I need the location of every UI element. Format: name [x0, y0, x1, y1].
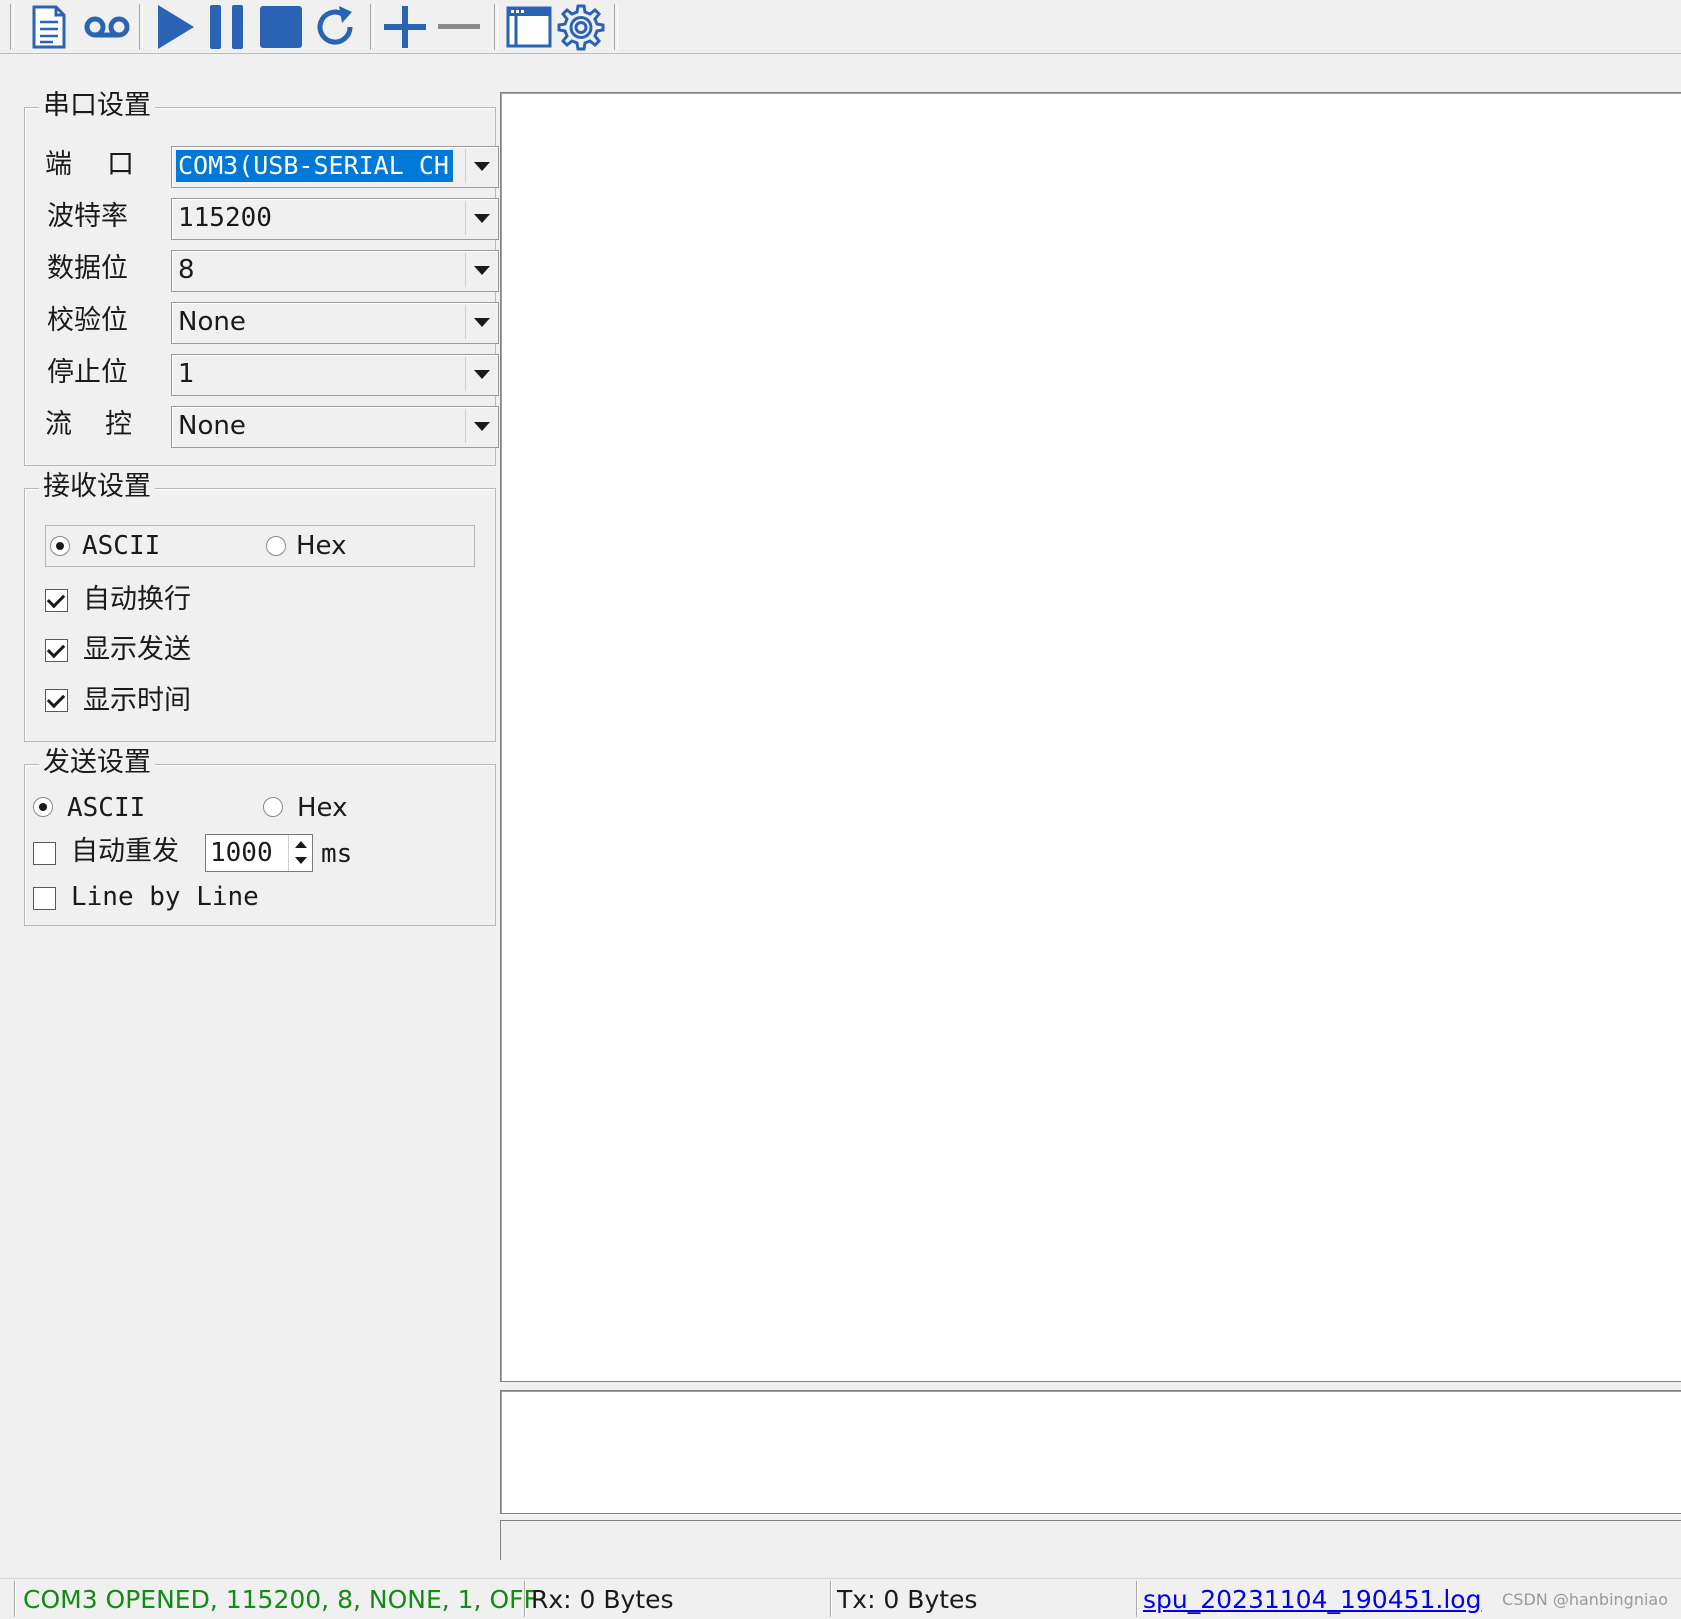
- data-bits-label: 数据位: [47, 253, 128, 284]
- show-send-label[interactable]: 显示发送: [83, 632, 191, 668]
- send-ascii-radio[interactable]: [33, 797, 53, 817]
- resend-interval-value[interactable]: 1000: [210, 835, 273, 871]
- data-bits-value: 8: [178, 255, 195, 285]
- serial-settings-group: 串口设置 端 口 COM3(USB-SERIAL CH 波特率 115200 数…: [24, 86, 499, 466]
- flow-label-a: 流: [45, 409, 72, 440]
- new-file-icon: [32, 5, 66, 49]
- data-bits-select[interactable]: 8: [171, 250, 499, 292]
- add-button[interactable]: [378, 0, 432, 54]
- receive-settings-group: 接收设置 ASCII Hex 自动换行 显示发送 显示时间: [24, 467, 496, 742]
- pause-icon: [210, 5, 243, 49]
- log-file-link[interactable]: spu_20231104_190451.log: [1143, 1581, 1481, 1617]
- auto-wrap-label[interactable]: 自动换行: [83, 582, 191, 618]
- chevron-down-icon[interactable]: [465, 253, 496, 287]
- flow-control-value: None: [178, 411, 246, 441]
- history-bar[interactable]: [500, 1520, 1681, 1560]
- send-hex-radio[interactable]: [263, 797, 283, 817]
- toolbar-separator: [370, 4, 374, 50]
- resend-interval-spinbox[interactable]: 1000: [205, 834, 313, 872]
- record-icon: [84, 16, 130, 38]
- toolbar-separator: [139, 4, 143, 50]
- auto-wrap-checkbox[interactable]: [45, 589, 68, 612]
- parity-label: 校验位: [47, 305, 128, 336]
- toolbar-separator: [614, 4, 618, 50]
- chevron-down-icon[interactable]: [465, 201, 496, 235]
- parity-select[interactable]: None: [171, 302, 499, 344]
- chevron-up-icon[interactable]: [295, 841, 307, 848]
- receive-mode-box: ASCII Hex: [45, 525, 475, 567]
- chevron-down-icon[interactable]: [465, 357, 496, 391]
- stop-bits-value: 1: [178, 359, 195, 389]
- status-connection: COM3 OPENED, 115200, 8, NONE, 1, OFF: [23, 1585, 538, 1614]
- send-settings-group: 发送设置 ASCII Hex 自动重发 1000 ms Line by Line: [24, 743, 496, 926]
- flow-label-b: 控: [105, 409, 132, 440]
- auto-resend-label[interactable]: 自动重发: [71, 834, 179, 870]
- line-by-line-checkbox[interactable]: [33, 887, 56, 910]
- auto-resend-checkbox[interactable]: [33, 842, 56, 865]
- spinner-buttons[interactable]: [288, 835, 312, 871]
- port-label-a: 端: [45, 149, 72, 180]
- chevron-down-icon[interactable]: [465, 149, 496, 183]
- minus-icon: [438, 24, 480, 29]
- baud-select[interactable]: 115200: [171, 198, 499, 240]
- status-bar: COM3 OPENED, 115200, 8, NONE, 1, OFF Rx:…: [0, 1578, 1681, 1617]
- status-log-cell: spu_20231104_190451.log CSDN @hanbingnia…: [1136, 1581, 1681, 1617]
- show-time-checkbox[interactable]: [45, 689, 68, 712]
- stop-bits-label: 停止位: [47, 357, 128, 388]
- stop-bits-select[interactable]: 1: [171, 354, 499, 396]
- show-time-label[interactable]: 显示时间: [83, 683, 191, 719]
- window-icon: [506, 6, 552, 48]
- receive-ascii-radio[interactable]: [50, 536, 70, 556]
- receive-hex-radio[interactable]: [266, 536, 286, 556]
- port-select[interactable]: COM3(USB-SERIAL CH: [171, 146, 499, 188]
- toolbar: [0, 0, 1681, 54]
- baud-value: 115200: [178, 203, 272, 233]
- send-ascii-label[interactable]: ASCII: [67, 790, 145, 826]
- watermark: CSDN @hanbingniao: [1502, 1590, 1668, 1609]
- play-icon: [158, 5, 194, 49]
- chevron-down-icon[interactable]: [295, 857, 307, 864]
- status-tx-cell: Tx: 0 Bytes: [830, 1581, 1137, 1617]
- resend-interval-unit: ms: [321, 839, 353, 869]
- refresh-button[interactable]: [308, 0, 362, 54]
- show-send-checkbox[interactable]: [45, 639, 68, 662]
- toolbar-separator: [494, 4, 498, 50]
- status-tx: Tx: 0 Bytes: [837, 1585, 978, 1614]
- chevron-down-icon[interactable]: [465, 409, 496, 443]
- plus-icon: [384, 6, 426, 48]
- send-settings-title: 发送设置: [39, 743, 155, 783]
- chevron-down-icon[interactable]: [465, 305, 496, 339]
- send-text-area[interactable]: [500, 1390, 1681, 1514]
- new-file-button[interactable]: [22, 0, 76, 54]
- baud-label: 波特率: [47, 201, 128, 232]
- toolbar-separator: [10, 4, 14, 50]
- window-button[interactable]: [502, 0, 556, 54]
- settings-button[interactable]: [554, 0, 608, 54]
- serial-settings-title: 串口设置: [39, 86, 155, 126]
- play-button[interactable]: [148, 0, 202, 54]
- status-connection-cell: COM3 OPENED, 115200, 8, NONE, 1, OFF: [14, 1581, 538, 1617]
- port-value: COM3(USB-SERIAL CH: [176, 150, 453, 182]
- status-rx: Rx: 0 Bytes: [531, 1585, 674, 1614]
- send-hex-label[interactable]: Hex: [297, 790, 347, 826]
- receive-text-area[interactable]: [500, 92, 1681, 1382]
- flow-control-select[interactable]: None: [171, 406, 499, 448]
- line-by-line-label[interactable]: Line by Line: [71, 879, 259, 915]
- receive-hex-label[interactable]: Hex: [296, 528, 346, 564]
- port-label-b: 口: [107, 149, 134, 180]
- parity-value: None: [178, 307, 246, 337]
- status-rx-cell: Rx: 0 Bytes: [524, 1581, 831, 1617]
- stop-button[interactable]: [254, 0, 308, 54]
- remove-button[interactable]: [432, 0, 486, 54]
- gear-icon: [557, 4, 605, 51]
- stop-icon: [260, 6, 302, 48]
- record-button[interactable]: [80, 0, 134, 54]
- refresh-icon: [317, 6, 353, 45]
- pause-button[interactable]: [200, 0, 254, 54]
- receive-ascii-label[interactable]: ASCII: [82, 528, 160, 564]
- receive-settings-title: 接收设置: [39, 467, 155, 507]
